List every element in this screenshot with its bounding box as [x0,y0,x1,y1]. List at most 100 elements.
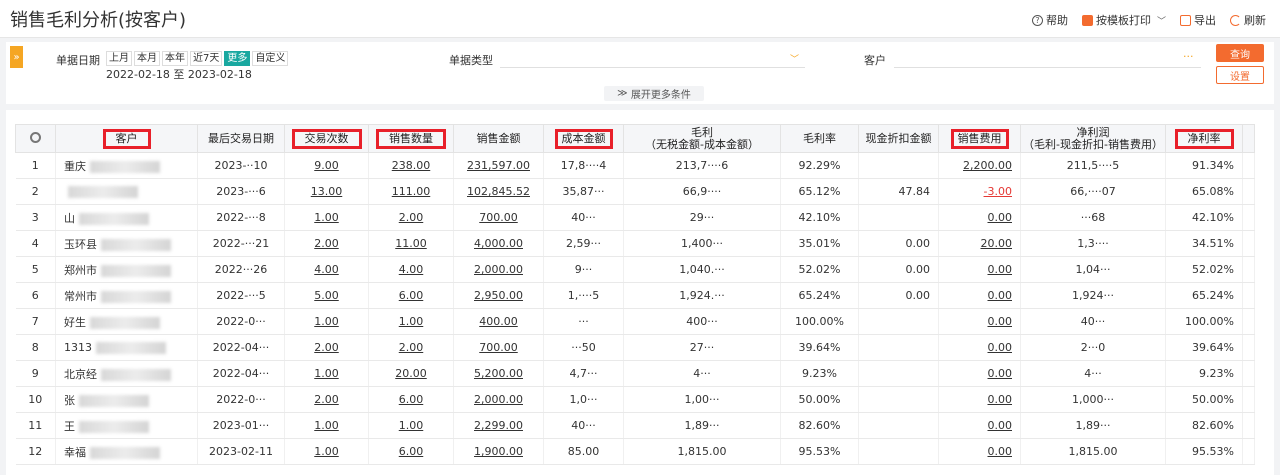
sales-expense-cell[interactable]: 0.00 [938,334,1021,361]
customer-cell-value[interactable]: 常州市 [64,290,97,303]
trades-cell[interactable]: 1.00 [284,438,369,465]
qty-cell-value[interactable]: 1.00 [399,419,424,432]
customer-cell-value[interactable]: 山 [64,212,75,225]
amount-cell[interactable]: 2,950.00 [453,282,544,309]
sales-expense-cell-value[interactable]: 0.00 [988,367,1013,380]
customer-cell[interactable]: 北京经 [55,360,198,387]
qty-cell-value[interactable]: 6.00 [399,445,424,458]
qty-cell-value[interactable]: 238.00 [392,159,431,172]
col-net-profit[interactable]: 净利润 （毛利-现金折扣-销售费用） [1020,124,1166,153]
chip-this-month[interactable]: 本月 [134,51,160,66]
trades-cell[interactable]: 1.00 [284,204,369,231]
qty-cell[interactable]: 2.00 [368,334,454,361]
trades-cell-value[interactable]: 1.00 [314,419,339,432]
customer-cell[interactable] [55,178,198,205]
sales-expense-cell-value[interactable]: 0.00 [988,263,1013,276]
amount-cell-value[interactable]: 2,299.00 [474,419,523,432]
amount-cell[interactable]: 1,900.00 [453,438,544,465]
date-range[interactable]: 2022-02-18 至 2023-02-18 [106,66,252,82]
sales-expense-cell[interactable]: 0.00 [938,412,1021,439]
amount-cell-value[interactable]: 1,900.00 [474,445,523,458]
help-button[interactable]: ? 帮助 [1031,12,1068,28]
qty-cell[interactable]: 4.00 [368,256,454,283]
qty-cell[interactable]: 238.00 [368,152,454,179]
qty-cell[interactable]: 6.00 [368,386,454,413]
qty-cell[interactable]: 6.00 [368,282,454,309]
trades-cell-value[interactable]: 2.00 [314,237,339,250]
chip-last-month[interactable]: 上月 [106,51,132,66]
amount-cell[interactable]: 400.00 [453,308,544,335]
customer-cell[interactable]: 玉环县 [55,230,198,257]
customer-cell-value[interactable]: 重庆 [64,160,86,173]
sales-expense-cell[interactable]: 0.00 [938,204,1021,231]
col-amount[interactable]: 销售金额 [453,124,544,153]
customer-cell-value[interactable]: 张 [64,394,75,407]
trades-cell[interactable]: 1.00 [284,412,369,439]
col-last-date[interactable]: 最后交易日期 [197,124,285,153]
trades-cell[interactable]: 1.00 [284,308,369,335]
trades-cell[interactable]: 2.00 [284,386,369,413]
sales-expense-cell-value[interactable]: -3.00 [984,185,1012,198]
amount-cell-value[interactable]: 4,000.00 [474,237,523,250]
col-sales-expense[interactable]: 销售费用 [938,124,1021,153]
qty-cell-value[interactable]: 6.00 [399,289,424,302]
trades-cell-value[interactable]: 1.00 [314,315,339,328]
trades-cell-value[interactable]: 2.00 [314,341,339,354]
customer-cell[interactable]: 山 [55,204,198,231]
sales-expense-cell-value[interactable]: 0.00 [988,393,1013,406]
amount-cell[interactable]: 2,299.00 [453,412,544,439]
table-row[interactable]: 8 1313 2022-04··· 2.00 2.00 700.00 ···50 27··· 3… [15,334,1255,361]
table-row[interactable]: 11 王 2023-01··· 1.00 1.00 2,299.00 40··· 1,89··… [15,412,1255,439]
trades-cell[interactable]: 13.00 [284,178,369,205]
qty-cell-value[interactable]: 2.00 [399,341,424,354]
amount-cell-value[interactable]: 5,200.00 [474,367,523,380]
doc-type-select[interactable] [500,67,805,68]
qty-cell[interactable]: 1.00 [368,412,454,439]
sales-expense-cell[interactable]: 0.00 [938,256,1021,283]
sales-expense-cell[interactable]: 0.00 [938,438,1021,465]
col-gross-profit[interactable]: 毛利 （无税金额-成本金额） [623,124,781,153]
qty-cell[interactable]: 6.00 [368,438,454,465]
sales-expense-cell-value[interactable]: 0.00 [988,419,1013,432]
amount-cell[interactable]: 700.00 [453,204,544,231]
chip-custom[interactable]: 自定义 [252,51,289,66]
col-net-rate[interactable]: 净利率 [1165,124,1243,153]
qty-cell[interactable]: 20.00 [368,360,454,387]
table-row[interactable]: 10 张 2022-0··· 2.00 6.00 2,000.00 1,0··· 1,00··… [15,386,1255,413]
chevron-down-icon[interactable]: ﹀ [790,52,799,65]
amount-cell-value[interactable]: 700.00 [479,341,518,354]
customer-cell-value[interactable]: 郑州市 [64,264,97,277]
export-button[interactable]: 导出 [1180,12,1216,28]
sales-expense-cell[interactable]: 0.00 [938,360,1021,387]
trades-cell-value[interactable]: 4.00 [314,263,339,276]
col-trades[interactable]: 交易次数 [284,124,369,153]
table-row[interactable]: 6 常州市 2022-···5 5.00 6.00 2,950.00 1,····5 1,92… [15,282,1255,309]
amount-cell[interactable]: 2,000.00 [453,256,544,283]
qty-cell-value[interactable]: 6.00 [399,393,424,406]
customer-cell[interactable]: 好生 [55,308,198,335]
amount-cell[interactable]: 102,845.52 [453,178,544,205]
sales-expense-cell[interactable]: 20.00 [938,230,1021,257]
sales-expense-cell-value[interactable]: 2,200.00 [963,159,1012,172]
more-options-icon[interactable]: ··· [1183,50,1194,63]
table-row[interactable]: 5 郑州市 2022···26 4.00 4.00 2,000.00 9··· 1,040.·… [15,256,1255,283]
table-row[interactable]: 4 玉环县 2022-···21 2.00 11.00 4,000.00 2,59··· 1,… [15,230,1255,257]
qty-cell-value[interactable]: 2.00 [399,211,424,224]
expand-sidebar-icon[interactable]: » [10,46,23,68]
customer-cell[interactable]: 重庆 [55,152,198,179]
sales-expense-cell-value[interactable]: 0.00 [988,289,1013,302]
trades-cell-value[interactable]: 2.00 [314,393,339,406]
sales-expense-cell-value[interactable]: 0.00 [988,341,1013,354]
qty-cell-value[interactable]: 4.00 [399,263,424,276]
sales-expense-cell-value[interactable]: 20.00 [981,237,1013,250]
customer-cell-value[interactable]: 1313 [64,341,92,354]
amount-cell-value[interactable]: 102,845.52 [467,185,530,198]
table-row[interactable]: 1 重庆 2023-··10 9.00 238.00 231,597.00 17,8····… [15,152,1255,179]
customer-cell-value[interactable]: 玉环县 [64,238,97,251]
customer-cell[interactable]: 1313 [55,334,198,361]
sales-expense-cell[interactable]: 2,200.00 [938,152,1021,179]
qty-cell-value[interactable]: 1.00 [399,315,424,328]
customer-cell[interactable]: 郑州市 [55,256,198,283]
trades-cell[interactable]: 5.00 [284,282,369,309]
sales-expense-cell[interactable]: 0.00 [938,386,1021,413]
